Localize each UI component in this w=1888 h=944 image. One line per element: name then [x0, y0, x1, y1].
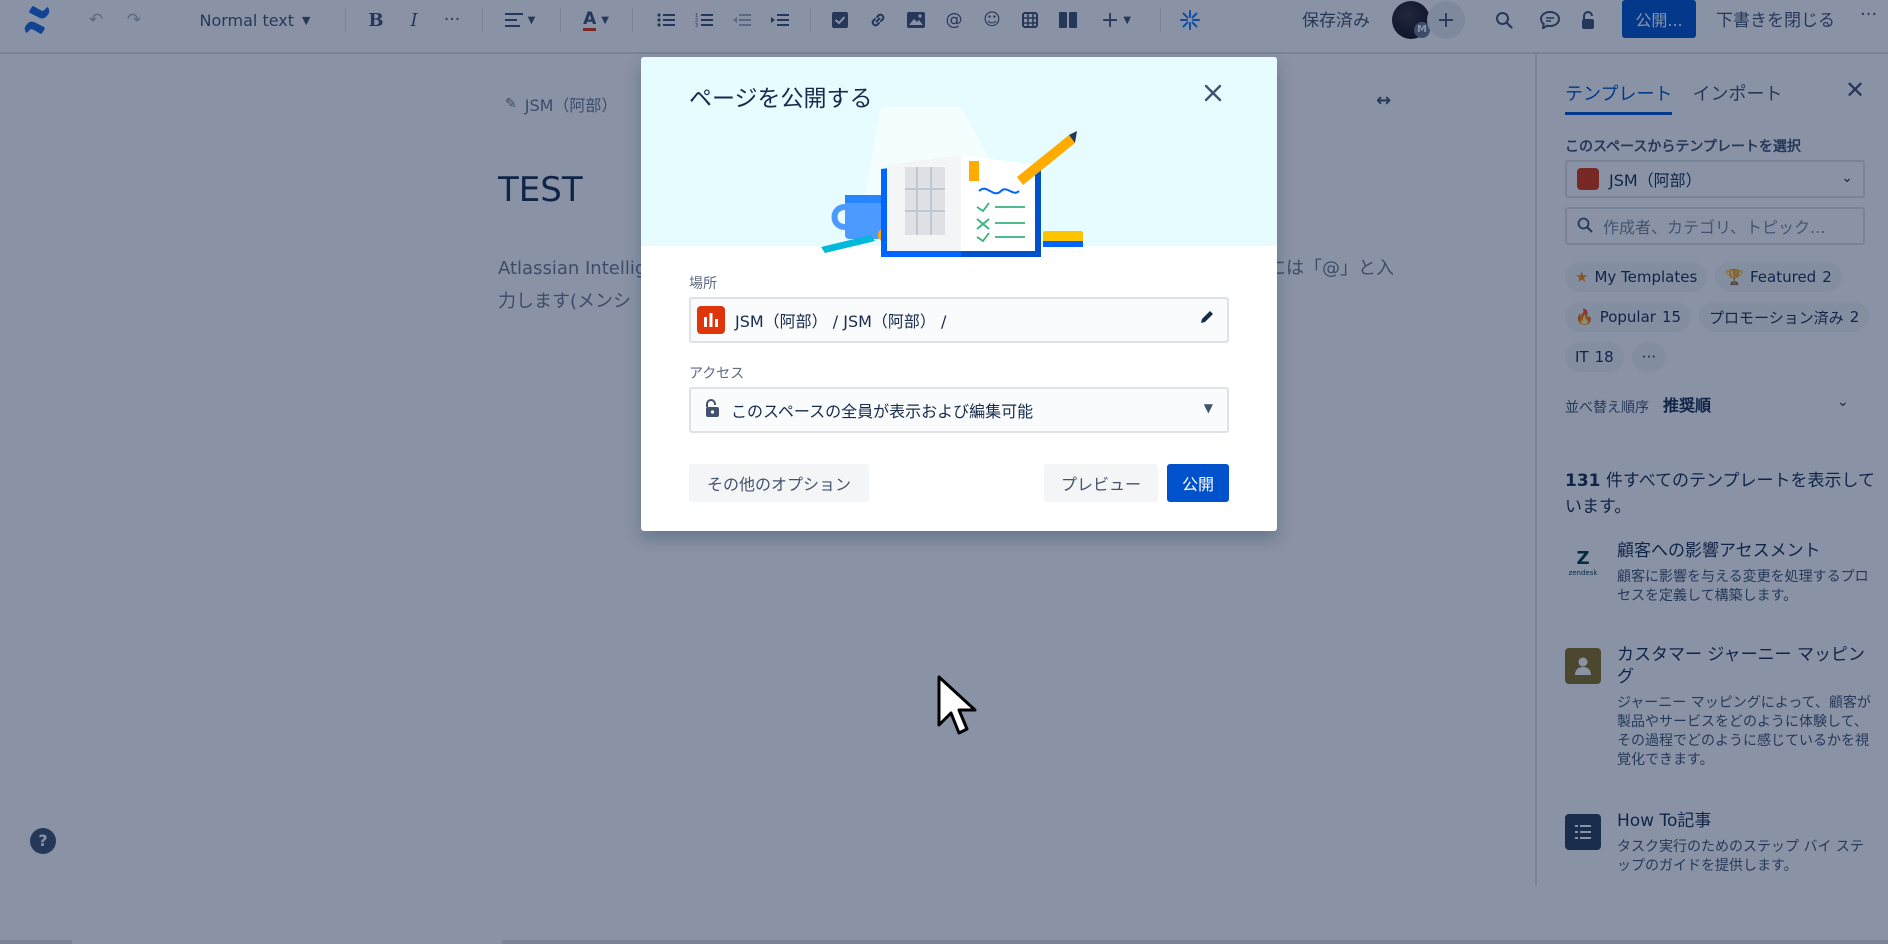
location-label: 場所: [689, 276, 717, 292]
chevron-down-icon: ▼: [1203, 401, 1213, 415]
space-icon: [697, 306, 725, 334]
close-icon[interactable]: [1201, 81, 1225, 105]
access-select[interactable]: このスペースの全員が表示および編集可能 ▼: [689, 387, 1229, 433]
preview-button[interactable]: プレビュー: [1044, 464, 1158, 502]
book-illustration: [821, 107, 1083, 257]
publish-dialog: ページを公開する 場所 JSM（阿部） / JSM（阿部） / アクセス このス…: [641, 57, 1277, 531]
dialog-title: ページを公開する: [689, 86, 873, 112]
location-field[interactable]: JSM（阿部） / JSM（阿部） /: [689, 297, 1229, 343]
other-options-button[interactable]: その他のオプション: [689, 464, 869, 502]
mouse-cursor-icon: [937, 675, 977, 735]
unlock-icon: [703, 398, 721, 422]
access-value: このスペースの全員が表示および編集可能: [731, 402, 1034, 421]
location-value: JSM（阿部） / JSM（阿部） /: [735, 312, 947, 331]
pencil-icon[interactable]: [1199, 309, 1215, 329]
publish-confirm-button[interactable]: 公開: [1167, 464, 1229, 502]
access-label: アクセス: [689, 366, 745, 382]
